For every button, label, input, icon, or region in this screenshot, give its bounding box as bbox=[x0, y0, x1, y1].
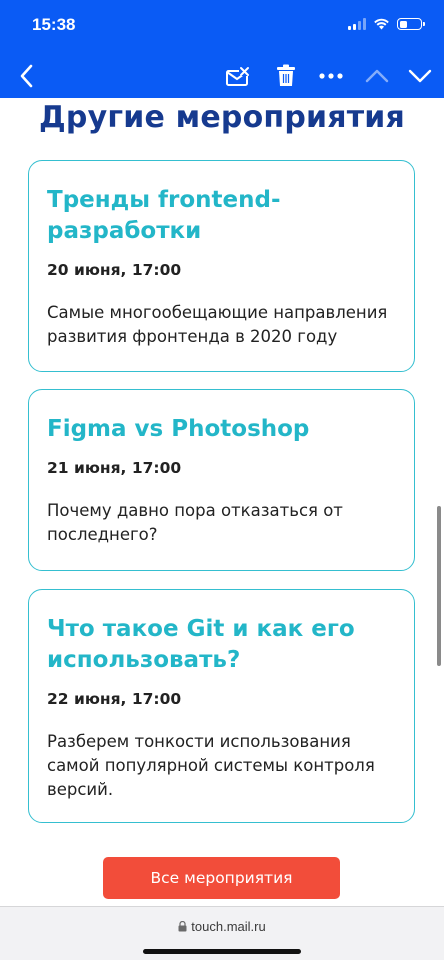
all-events-button[interactable]: Все мероприятия bbox=[103, 857, 340, 899]
event-description: Разберем тонкости использования самой по… bbox=[47, 732, 375, 799]
trash-icon[interactable] bbox=[270, 58, 302, 94]
event-card[interactable]: Figma vs Photoshop 21 июня, 17:00 Почему… bbox=[28, 389, 415, 571]
email-content: Другие мероприятия Тренды frontend-разра… bbox=[0, 98, 444, 906]
app-header: 15:38 bbox=[0, 0, 444, 98]
status-icons bbox=[348, 16, 425, 32]
back-icon[interactable] bbox=[10, 58, 42, 94]
scrollbar[interactable] bbox=[437, 506, 441, 666]
url-text: touch.mail.ru bbox=[191, 919, 266, 934]
event-title[interactable]: Figma vs Photoshop bbox=[47, 414, 396, 445]
home-indicator bbox=[143, 949, 301, 954]
wifi-icon bbox=[374, 18, 389, 30]
event-description: Почему давно пора отказаться от последне… bbox=[47, 501, 343, 544]
browser-address-bar: touch.mail.ru bbox=[0, 906, 444, 960]
chevron-down-icon[interactable] bbox=[404, 58, 436, 94]
unread-mail-icon[interactable] bbox=[222, 58, 254, 94]
event-date: 21 июня, 17:00 bbox=[47, 459, 182, 477]
event-card[interactable]: Что такое Git и как его использовать? 22… bbox=[28, 589, 415, 823]
event-title[interactable]: Тренды frontend-разработки bbox=[47, 185, 396, 247]
toolbar bbox=[0, 58, 444, 94]
status-time: 15:38 bbox=[32, 15, 76, 34]
cellular-signal-icon bbox=[348, 18, 366, 30]
lock-icon bbox=[178, 921, 187, 932]
more-icon[interactable] bbox=[315, 58, 347, 94]
event-date: 22 июня, 17:00 bbox=[47, 690, 182, 708]
event-description: Самые многообещающие направления развити… bbox=[47, 303, 388, 346]
page-title: Другие мероприятия bbox=[39, 100, 405, 135]
event-date: 20 июня, 17:00 bbox=[47, 261, 182, 279]
event-title[interactable]: Что такое Git и как его использовать? bbox=[47, 614, 396, 676]
chevron-up-icon[interactable] bbox=[361, 58, 393, 94]
url-field[interactable]: touch.mail.ru bbox=[0, 919, 444, 934]
battery-icon bbox=[397, 18, 425, 30]
event-card[interactable]: Тренды frontend-разработки 20 июня, 17:0… bbox=[28, 160, 415, 372]
